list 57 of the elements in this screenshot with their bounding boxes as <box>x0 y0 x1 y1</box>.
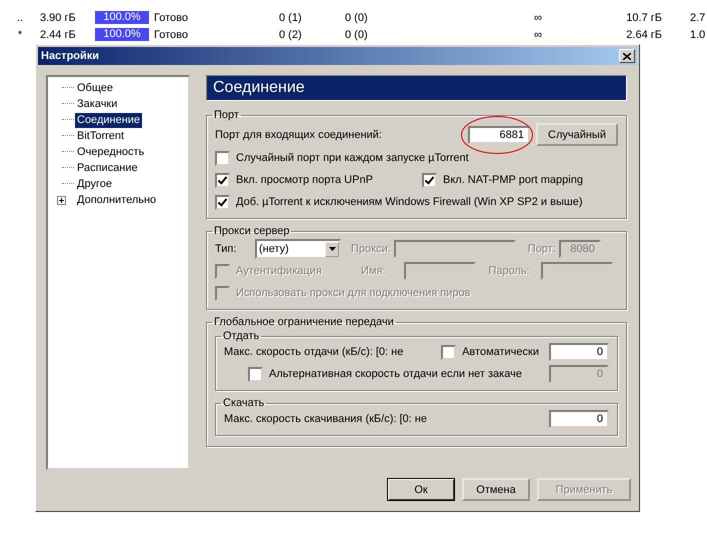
close-button[interactable] <box>619 49 635 63</box>
seeds-cell-text: 0 (2) <box>279 28 303 40</box>
progress-bar: 100.0% <box>95 28 149 41</box>
tree-item[interactable]: Другое <box>75 176 114 192</box>
window-title: Настройки <box>41 50 100 62</box>
row-marker: * <box>16 28 24 40</box>
field-label: Прокси: <box>351 243 391 255</box>
group-title: Глобальное ограничение передачи <box>213 316 395 328</box>
port-field[interactable]: 6881 <box>468 126 530 144</box>
field-label: Пароль: <box>488 265 530 277</box>
close-icon <box>623 52 631 60</box>
ratio-cell: 1.0 <box>690 28 706 40</box>
field-label: Имя: <box>361 265 386 277</box>
group-title: Порт <box>213 109 240 121</box>
progress-bar: 100.0% <box>95 11 149 24</box>
dialog-button[interactable]: Ок <box>387 478 455 501</box>
size-cell-text: 3.90 гБ <box>40 12 77 24</box>
download-limit-field[interactable]: 0 <box>549 410 609 428</box>
peers-cell-text: 0 (0) <box>345 12 369 24</box>
dropdown-arrow-icon <box>328 247 336 251</box>
tree-item[interactable]: BitTorrent <box>75 128 126 144</box>
checkbox-option[interactable]: Автоматически <box>441 344 539 360</box>
group-title: Скачать <box>222 397 266 409</box>
eta-cell-text: ∞ <box>533 12 542 24</box>
tree-item[interactable]: Очередность <box>75 144 146 160</box>
checkbox-option[interactable]: Доб. µTorrent к исключениям Windows Firewall (Win XP SP2 и выше) <box>215 194 582 210</box>
eta-cell-text: ∞ <box>533 28 542 40</box>
checkbox-option[interactable]: Вкл. NAT-PMP port mapping <box>422 172 583 188</box>
field-label: Порт: <box>528 243 556 255</box>
expand-icon[interactable] <box>57 196 66 204</box>
tree-item[interactable]: Расписание <box>75 160 140 176</box>
tree-item[interactable]: Закачки <box>75 96 120 112</box>
checkbox-option[interactable]: Альтернативная скорость отдачи если нет закаче <box>248 366 522 382</box>
checkbox-option[interactable]: Вкл. просмотр порта UPnP <box>215 172 422 188</box>
field-label: Макс. скорость отдачи (кБ/с): [0: не <box>224 346 404 358</box>
peers-cell-text: 0 (0) <box>345 28 369 40</box>
field-label: Макс. скорость скачивания (кБ/с): [0: не <box>224 413 427 425</box>
tree-item[interactable]: Общее <box>75 80 116 96</box>
checkbox-option[interactable]: Случайный порт при каждом запуске µTorrent <box>215 150 469 166</box>
upload-limit-field[interactable]: 0 <box>549 343 609 361</box>
uploaded-cell-text: 2.64 гБ <box>625 28 662 40</box>
tree-item[interactable]: Соединение <box>75 112 142 128</box>
random-button[interactable]: Случайный <box>536 123 618 146</box>
seeds-cell-text: 0 (1) <box>279 12 303 24</box>
group-title: Отдать <box>222 330 260 342</box>
ratio-cell: 2.7 <box>690 12 706 24</box>
status-cell-text: Готово <box>154 12 189 24</box>
dialog-button[interactable]: Отмена <box>462 478 530 501</box>
row-marker: .. <box>16 12 24 24</box>
field-label: Порт для входящих соединений: <box>215 128 382 140</box>
group-title: Прокси сервер <box>213 225 290 237</box>
field-label: Тип: <box>215 243 238 255</box>
status-cell-text: Готово <box>154 28 189 40</box>
size-cell-text: 2.44 гБ <box>40 28 77 40</box>
page-header: Соединение <box>206 75 627 101</box>
uploaded-cell-text: 10.7 гБ <box>625 12 662 24</box>
tree-item[interactable]: Дополнительно <box>75 192 158 208</box>
